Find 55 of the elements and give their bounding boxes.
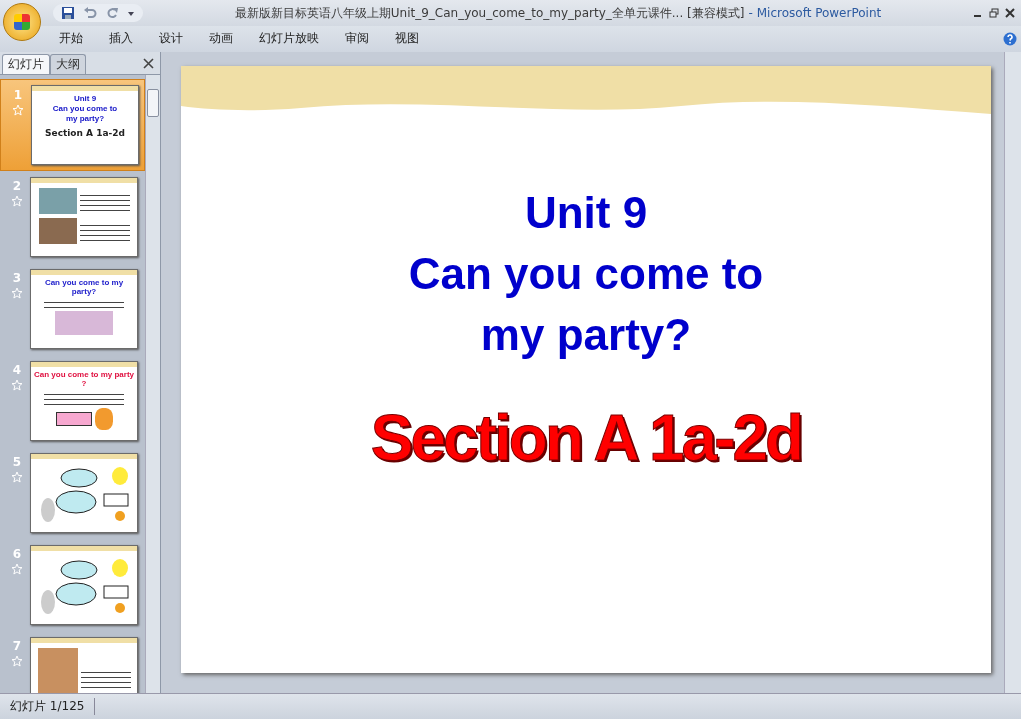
cartoon-cat-drawing	[94, 407, 113, 430]
photo-placeholder	[55, 310, 113, 335]
app-name: Microsoft PowerPoint	[756, 5, 882, 20]
pane-tab[interactable]: 幻灯片	[2, 53, 50, 74]
star-icon	[11, 562, 23, 575]
help-icon[interactable]	[1003, 31, 1017, 46]
ribbon-tab[interactable]: 插入	[96, 27, 146, 51]
ribbon-tab[interactable]: 幻灯片放映	[246, 27, 332, 51]
pane-tab[interactable]: 大纲	[50, 53, 86, 74]
save-icon[interactable]	[61, 6, 75, 20]
star-icon	[11, 286, 23, 299]
title-separator: -	[748, 5, 753, 20]
thumbnail-subtitle: Section A 1a-2d	[45, 127, 125, 138]
ribbon-tab[interactable]: 审阅	[332, 27, 382, 51]
photo-placeholder	[38, 217, 77, 244]
scrollbar[interactable]	[1004, 51, 1021, 693]
ribbon-tab[interactable]: 开始	[46, 27, 96, 51]
slide-number: 6	[12, 546, 22, 561]
slide-number: 5	[12, 454, 22, 469]
slide-title: Unit 9	[524, 186, 648, 239]
restore-icon[interactable]	[989, 8, 999, 18]
slide-number: 7	[12, 638, 22, 653]
undo-icon[interactable]	[83, 6, 97, 20]
slide-counter: 幻灯片 1/125	[0, 697, 96, 715]
office-button[interactable]	[3, 3, 41, 41]
star-icon	[12, 103, 24, 116]
slide-number: 1	[13, 87, 23, 102]
star-icon	[11, 194, 23, 207]
ribbon-tab[interactable]: 视图	[382, 27, 432, 51]
slide-number: 3	[12, 270, 22, 285]
ribbon-tab[interactable]: 动画	[196, 27, 246, 51]
slide-title: my party?	[480, 308, 692, 361]
star-icon	[11, 378, 23, 391]
slide-number: 4	[12, 362, 22, 377]
slide-title: Can you come to	[408, 247, 764, 300]
thumbnail-heading: Can you come to my party?	[43, 277, 125, 296]
slide-thumbnail-item[interactable]: 1 Unit 9 Can you come to my party? Section A 1a-2d	[0, 78, 145, 171]
thumbnail-title: my party?	[65, 113, 105, 124]
window-title: 最新版新目标英语八年级上期Unit_9_Can_you_come_to_my_party_全单元课件... [兼容模式]	[234, 5, 745, 20]
star-icon	[11, 470, 23, 483]
thumbnail-title: Can you come to	[52, 103, 118, 114]
ribbon-tab[interactable]: 设计	[146, 27, 196, 51]
close-icon[interactable]	[143, 57, 154, 69]
dropdown-icon[interactable]	[127, 9, 135, 17]
slide-subtitle: Section A 1a-2d	[370, 400, 802, 475]
comic-drawing	[37, 647, 78, 693]
star-icon	[11, 654, 23, 667]
photo-placeholder	[38, 187, 77, 214]
redo-icon[interactable]	[105, 6, 119, 20]
close-icon[interactable]	[1005, 8, 1015, 18]
thumbnail-title: Unit 9	[73, 93, 97, 104]
scrollbar[interactable]	[145, 74, 160, 693]
slide-number: 2	[12, 178, 22, 193]
thumbnail-heading: Can you come to my party ?	[33, 369, 135, 388]
banner-drawing	[55, 411, 92, 426]
